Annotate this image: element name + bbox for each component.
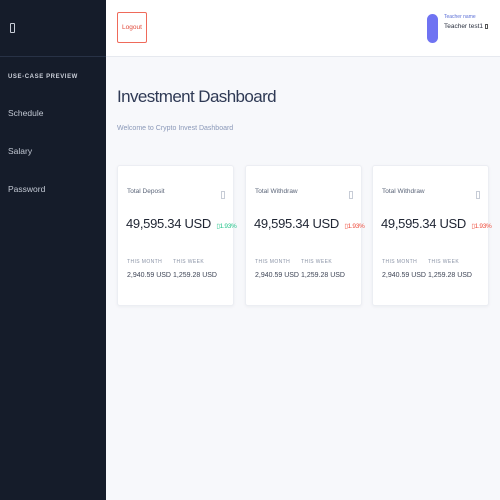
week-value: 1,259.28 USD	[173, 272, 217, 279]
user-name: Teacher test1	[443, 23, 483, 30]
avatar[interactable]	[426, 14, 438, 43]
card-title: Total Withdraw	[382, 188, 425, 195]
more-icon[interactable]	[349, 191, 353, 199]
more-icon[interactable]	[221, 191, 225, 199]
stat-card-total-withdraw: Total Withdraw 49,595.34 USD ▯1.93% THIS…	[245, 165, 365, 306]
month-label: THIS MONTH	[255, 259, 291, 265]
card-amount: 49,595.34 USD	[381, 216, 466, 231]
menu-icon[interactable]	[10, 23, 15, 33]
card-amount: 49,595.34 USD	[254, 216, 339, 231]
logout-button[interactable]: Logout	[117, 12, 147, 43]
sidebar-header	[0, 0, 106, 57]
page-subtitle: Welcome to Crypto Invest Dashboard	[117, 125, 234, 132]
sidebar-item-schedule[interactable]: Schedule	[8, 108, 43, 118]
card-value: 49,595.34 USD ▯1.93%	[126, 216, 237, 231]
sidebar-section-title: USE-CASE PREVIEW	[8, 74, 78, 80]
week-value: 1,259.28 USD	[428, 272, 472, 279]
chevron-down-icon[interactable]	[485, 24, 488, 29]
sidebar-item-password[interactable]: Password	[8, 184, 45, 194]
week-value: 1,259.28 USD	[301, 272, 345, 279]
page-title: Investment Dashboard	[117, 87, 277, 106]
user-info: Teacher name Teacher test1	[444, 14, 488, 30]
month-value: 2,940.59 USD	[127, 272, 171, 279]
card-value: 49,595.34 USD ▯1.93%	[381, 216, 492, 231]
card-value: 49,595.34 USD ▯1.93%	[254, 216, 365, 231]
top-bar: Logout Teacher name Teacher test1	[106, 0, 500, 57]
week-label: THIS WEEK	[301, 259, 333, 265]
change-badge: ▯1.93%	[471, 223, 492, 230]
week-label: THIS WEEK	[173, 259, 205, 265]
month-label: THIS MONTH	[127, 259, 163, 265]
change-badge: ▯1.93%	[216, 223, 237, 230]
stat-card-total-withdraw-2: Total Withdraw 49,595.34 USD ▯1.93% THIS…	[372, 165, 492, 306]
month-value: 2,940.59 USD	[382, 272, 426, 279]
more-icon[interactable]	[476, 191, 480, 199]
change-badge: ▯1.93%	[344, 223, 365, 230]
week-label: THIS WEEK	[428, 259, 460, 265]
sidebar-item-salary[interactable]: Salary	[8, 146, 32, 156]
card-title: Total Deposit	[127, 188, 165, 195]
user-menu[interactable]: Teacher name Teacher test1	[426, 14, 488, 43]
user-role: Teacher name	[443, 14, 476, 20]
card-title: Total Withdraw	[255, 188, 298, 195]
card-amount: 49,595.34 USD	[126, 216, 211, 231]
sidebar: USE-CASE PREVIEW Schedule Salary Passwor…	[0, 0, 106, 500]
user-name-row[interactable]: Teacher test1	[444, 23, 488, 30]
month-label: THIS MONTH	[382, 259, 418, 265]
month-value: 2,940.59 USD	[255, 272, 299, 279]
stat-card-total-deposit: Total Deposit 49,595.34 USD ▯1.93% THIS …	[117, 165, 237, 306]
